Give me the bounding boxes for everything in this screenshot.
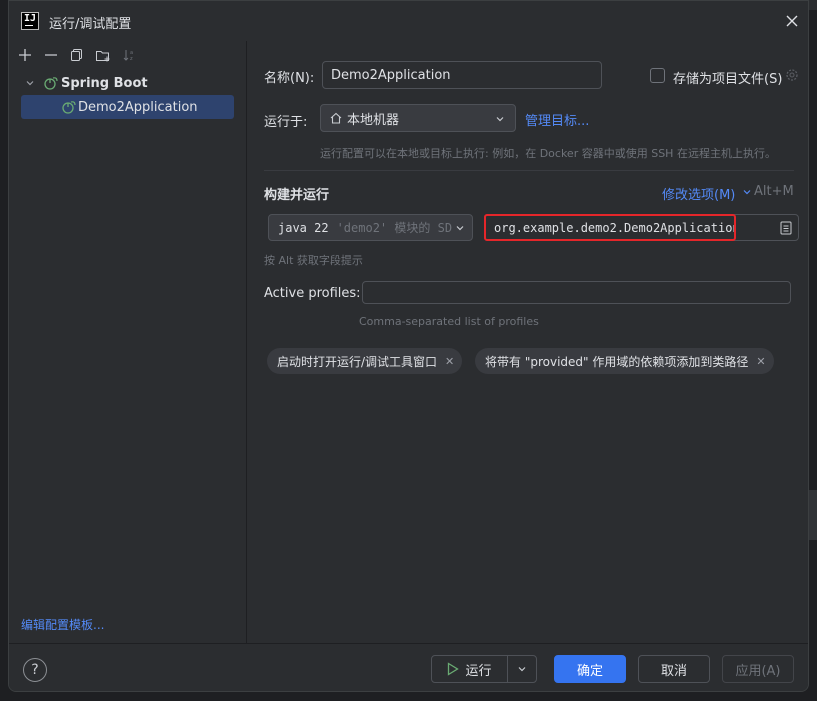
active-profiles-input[interactable] bbox=[362, 281, 791, 304]
background-window bbox=[808, 490, 817, 540]
run-on-hint: 运行配置可以在本地或目标上执行: 例如，在 Docker 容器中或使用 SSH … bbox=[320, 147, 776, 160]
run-debug-config-dialog: IJ 运行/调试配置 az Spring Boot Demo2Applicati… bbox=[8, 0, 809, 692]
help-button[interactable]: ? bbox=[23, 658, 47, 682]
jdk-module-label: 'demo2' 模块的 SD bbox=[336, 221, 453, 235]
window-title: 运行/调试配置 bbox=[49, 17, 132, 32]
chevron-down-icon bbox=[456, 226, 464, 231]
chevron-down-icon bbox=[26, 81, 34, 86]
name-label: 名称(N): bbox=[264, 71, 315, 86]
modify-options-link[interactable]: 修改选项(M) bbox=[662, 184, 735, 203]
copy-config-button[interactable] bbox=[67, 45, 87, 65]
browse-document-icon[interactable] bbox=[780, 221, 792, 235]
tree-group-spring-boot[interactable]: Spring Boot bbox=[9, 71, 246, 95]
edit-templates-link[interactable]: 编辑配置模板... bbox=[21, 616, 104, 633]
jdk-java-version: java 22 bbox=[278, 220, 329, 235]
run-label: 运行 bbox=[465, 663, 492, 679]
chip-label: 将带有 "provided" 作用域的依赖项添加到类路径 bbox=[485, 354, 749, 369]
config-editor-panel: 名称(N): Demo2Application 存储为项目文件(S) 运行于: … bbox=[248, 41, 808, 643]
main-class-value: org.example.demo2.Demo2Application bbox=[494, 220, 736, 235]
tree-item-label: Demo2Application bbox=[78, 99, 198, 115]
intellij-logo-icon: IJ bbox=[21, 12, 39, 30]
spring-boot-icon bbox=[62, 101, 76, 114]
run-triangle-icon bbox=[448, 662, 460, 676]
folder-add-icon bbox=[96, 51, 110, 62]
sort-button[interactable]: az bbox=[119, 45, 139, 65]
field-hint: 按 Alt 获取字段提示 bbox=[264, 254, 363, 267]
config-toolbar: az bbox=[15, 45, 139, 65]
option-chip-open-tool-window[interactable]: 启动时打开运行/调试工具窗口 ✕ bbox=[267, 348, 463, 374]
run-on-value: 本地机器 bbox=[347, 112, 400, 128]
home-icon bbox=[330, 112, 342, 124]
close-icon bbox=[786, 15, 798, 27]
remove-config-button[interactable] bbox=[41, 45, 61, 65]
manage-targets-link[interactable]: 管理目标... bbox=[525, 110, 589, 129]
active-profiles-label: Active profiles: bbox=[264, 286, 361, 301]
chip-label: 启动时打开运行/调试工具窗口 bbox=[277, 354, 438, 369]
chevron-down-icon bbox=[518, 667, 526, 672]
option-chip-provided-scope[interactable]: 将带有 "provided" 作用域的依赖项添加到类路径 ✕ bbox=[475, 348, 774, 374]
tree-item-demo2application[interactable]: Demo2Application bbox=[21, 95, 234, 119]
run-on-dropdown[interactable]: 本地机器 bbox=[320, 104, 516, 132]
chip-remove-icon[interactable]: ✕ bbox=[445, 355, 454, 368]
tree-group-label: Spring Boot bbox=[61, 75, 148, 91]
run-button[interactable]: 运行 bbox=[432, 656, 508, 682]
cancel-button[interactable]: 取消 bbox=[638, 655, 710, 683]
ok-button[interactable]: 确定 bbox=[554, 655, 626, 683]
copy-icon bbox=[71, 49, 82, 61]
spring-boot-icon bbox=[44, 77, 58, 90]
title-bar: IJ 运行/调试配置 bbox=[9, 1, 808, 41]
build-run-title: 构建并运行 bbox=[264, 188, 330, 203]
modify-options-shortcut: Alt+M bbox=[754, 184, 794, 199]
chip-remove-icon[interactable]: ✕ bbox=[756, 355, 765, 368]
main-class-field[interactable]: org.example.demo2.Demo2Application bbox=[484, 214, 799, 241]
run-dropdown-button[interactable] bbox=[508, 656, 536, 682]
sort-icon: az bbox=[123, 50, 133, 62]
add-icon bbox=[19, 49, 31, 61]
store-as-file-checkbox[interactable] bbox=[650, 68, 665, 83]
name-input-value: Demo2Application bbox=[331, 67, 451, 83]
section-divider bbox=[264, 170, 794, 171]
run-split-button[interactable]: 运行 bbox=[431, 655, 537, 683]
run-on-label: 运行于: bbox=[264, 115, 308, 130]
chevron-down-icon bbox=[496, 117, 504, 122]
add-config-button[interactable] bbox=[15, 45, 35, 65]
store-as-file-label: 存储为项目文件(S) bbox=[673, 72, 783, 87]
main-class-highlight: org.example.demo2.Demo2Application bbox=[484, 214, 736, 241]
close-button[interactable] bbox=[782, 11, 802, 31]
name-input[interactable]: Demo2Application bbox=[322, 61, 602, 89]
chevron-down-icon bbox=[743, 190, 751, 195]
apply-button[interactable]: 应用(A) bbox=[722, 655, 794, 683]
jdk-dropdown[interactable]: java 22 'demo2' 模块的 SD bbox=[268, 214, 473, 241]
new-folder-button[interactable] bbox=[93, 45, 113, 65]
gear-icon[interactable] bbox=[784, 67, 800, 83]
active-profiles-hint: Comma-separated list of profiles bbox=[359, 315, 539, 328]
config-tree: Spring Boot Demo2Application bbox=[9, 71, 246, 119]
background-window bbox=[808, 0, 817, 10]
config-list-panel: az Spring Boot Demo2Application 编辑配置模板..… bbox=[9, 41, 247, 643]
remove-icon bbox=[45, 54, 57, 56]
svg-text:z: z bbox=[130, 56, 133, 62]
dialog-footer: ? 运行 确定 取消 应用(A) bbox=[9, 643, 808, 691]
